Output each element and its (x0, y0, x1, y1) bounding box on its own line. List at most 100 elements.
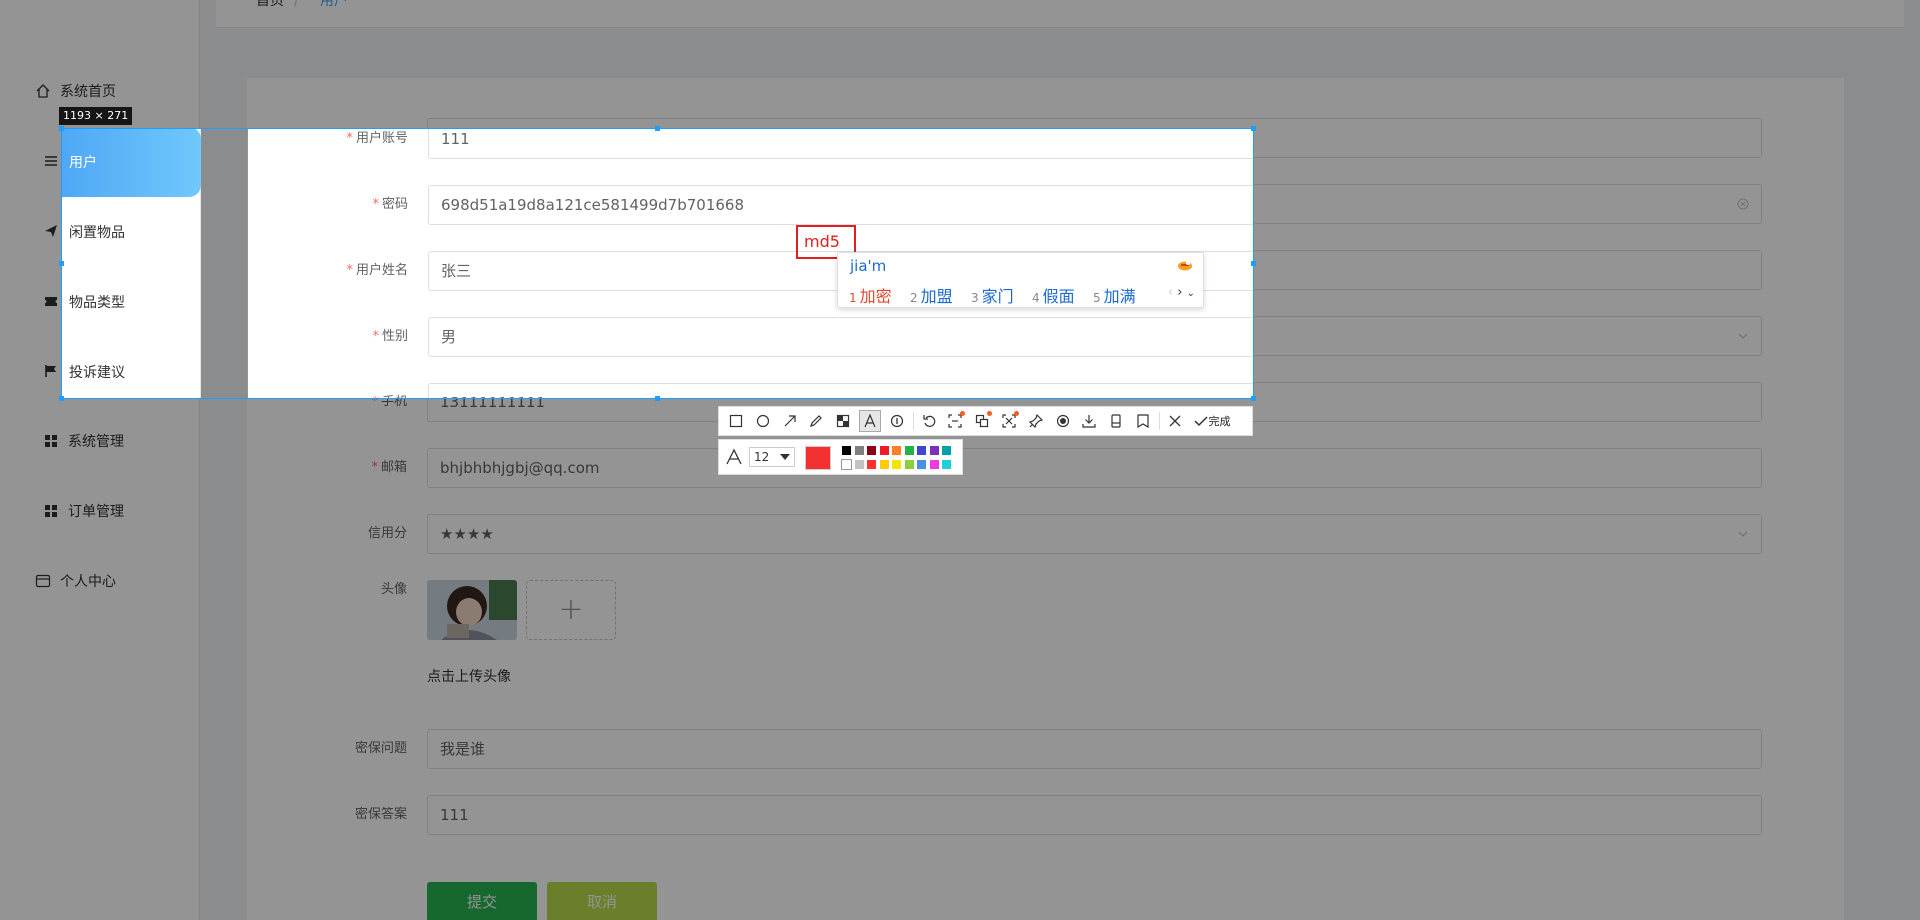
ime-candidate[interactable]: 4 假面 (1032, 283, 1075, 307)
sidebar-item-order-management[interactable]: 订单管理 (0, 476, 200, 546)
gender-select[interactable]: 男 (428, 317, 1253, 357)
phone-input[interactable]: 13111111111 (428, 383, 1253, 398)
field-label: *用户账号 (346, 131, 408, 146)
ime-logo-icon (1178, 261, 1192, 271)
breadcrumb-current: 用户 (320, 0, 348, 9)
chevron-down-icon (1735, 328, 1751, 344)
color-swatch[interactable] (878, 445, 890, 456)
resize-handle[interactable] (59, 261, 64, 266)
done-label: 完成 (1208, 415, 1231, 428)
field-label: 密保答案 (354, 807, 407, 822)
sidebar-item-label: 系统管理 (68, 434, 124, 450)
save-icon[interactable] (1132, 410, 1154, 432)
breadcrumb-home[interactable]: 首页 (256, 0, 284, 8)
submit-button[interactable]: 提交 (427, 882, 537, 920)
color-swatch[interactable] (891, 459, 902, 470)
sidebar: 系统首页 用户 闲置物品 物品类型 投诉建议 (62, 129, 201, 398)
rectangle-icon[interactable] (725, 410, 747, 432)
email-input[interactable]: bhjbhbhjgbj@qq.com (427, 448, 1762, 488)
ime-candidate[interactable]: 3 家门 (971, 283, 1014, 307)
upload-avatar-button[interactable]: + (526, 580, 616, 640)
sidebar-item-users[interactable]: 用户 (62, 129, 201, 197)
clear-icon[interactable] (1735, 196, 1751, 212)
resize-handle[interactable] (655, 126, 660, 131)
chevron-down-icon: ⌄ (1186, 288, 1195, 299)
color-swatch[interactable] (941, 445, 952, 456)
color-swatch[interactable] (866, 459, 877, 470)
cancel-button[interactable]: 取消 (547, 882, 657, 920)
sidebar-item-item-types[interactable]: 物品类型 (62, 267, 201, 337)
text-icon[interactable] (858, 410, 881, 432)
password-input[interactable]: 698d51a19d8a121ce581499d7b701668 (428, 185, 1253, 225)
ocr-icon[interactable] (944, 410, 966, 432)
translate-icon[interactable] (971, 410, 993, 432)
resize-handle[interactable] (1251, 126, 1256, 131)
color-swatch[interactable] (841, 445, 852, 456)
color-swatch[interactable] (853, 445, 865, 456)
sidebar-item-personal-center[interactable]: 个人中心 (0, 546, 200, 616)
ime-page-nav[interactable]: ‹ › ⌄ (1168, 285, 1195, 300)
color-swatch[interactable] (853, 459, 865, 470)
color-swatch[interactable] (878, 459, 890, 470)
ime-candidate[interactable]: 2 加盟 (910, 283, 953, 307)
color-swatch[interactable] (928, 445, 940, 456)
chevron-down-icon (1735, 526, 1751, 542)
sidebar-item-idle-items[interactable]: 闲置物品 (62, 197, 201, 267)
color-swatch[interactable] (928, 459, 940, 470)
sidebar-item-label: 闲置物品 (69, 225, 125, 241)
scroll-capture-icon[interactable] (998, 410, 1020, 432)
credit-score-select[interactable]: ★★★★ (427, 514, 1762, 554)
color-swatch[interactable] (916, 459, 927, 470)
color-swatch[interactable] (841, 459, 852, 470)
color-swatch[interactable] (941, 459, 952, 470)
sidebar-item-system-management[interactable]: 系统管理 (0, 406, 200, 476)
color-swatch[interactable] (891, 445, 902, 456)
color-swatch[interactable] (916, 445, 927, 456)
chevron-left-icon: ‹ (1167, 285, 1174, 300)
upload-hint-row: 点击上传头像 (247, 666, 1844, 686)
color-swatch[interactable] (866, 445, 877, 456)
account-input[interactable]: 111 (428, 129, 1253, 159)
number-marker-icon[interactable] (886, 410, 908, 432)
sidebar-item-label: 系统首页 (60, 84, 116, 100)
toolbar-divider (1158, 412, 1160, 430)
color-swatch[interactable] (903, 445, 915, 456)
download-icon[interactable] (1078, 410, 1100, 432)
toolbar-divider (912, 412, 914, 430)
password-value: 698d51a19d8a121ce581499d7b701668 (441, 196, 744, 214)
field-label: * 邮箱 (371, 460, 407, 475)
close-icon[interactable] (1164, 410, 1186, 432)
flag-icon (42, 362, 60, 380)
ime-candidate[interactable]: 1 加密 (849, 283, 892, 307)
pencil-icon[interactable] (805, 410, 827, 432)
font-size-select[interactable]: 12 (749, 447, 795, 467)
credit-score-value: ★★★★ (440, 525, 494, 543)
plus-icon: + (558, 592, 584, 627)
ellipse-icon[interactable] (752, 410, 774, 432)
resize-handle[interactable] (59, 126, 64, 131)
form-row-security-answer: 密保答案 111 (247, 795, 1844, 835)
security-answer-input[interactable]: 111 (427, 795, 1762, 835)
resize-handle[interactable] (59, 396, 64, 401)
record-icon[interactable] (1052, 410, 1074, 432)
sidebar-item-label: 个人中心 (60, 574, 116, 590)
ime-candidate[interactable]: 5 加满 (1093, 283, 1136, 307)
undo-icon[interactable] (918, 410, 940, 432)
sidebar-item-complaints[interactable]: 投诉建议 (62, 337, 201, 398)
field-label: 头像 (380, 582, 407, 597)
avatar[interactable] (427, 580, 517, 640)
mosaic-icon[interactable] (832, 410, 854, 432)
resize-handle[interactable] (1251, 396, 1256, 401)
current-color-swatch[interactable] (805, 446, 831, 470)
resize-handle[interactable] (655, 396, 660, 401)
long-screenshot-icon[interactable] (1105, 410, 1127, 432)
color-swatch[interactable] (903, 459, 915, 470)
done-button[interactable]: 完成 (1193, 413, 1231, 429)
security-question-input[interactable]: 我是谁 (427, 729, 1762, 769)
selection-size-label: 1193 × 271 (59, 107, 133, 125)
pin-icon[interactable] (1025, 410, 1047, 432)
breadcrumb-separator: / (294, 0, 299, 9)
arrow-icon[interactable] (779, 410, 801, 432)
font-icon (725, 448, 743, 470)
resize-handle[interactable] (1251, 261, 1256, 266)
